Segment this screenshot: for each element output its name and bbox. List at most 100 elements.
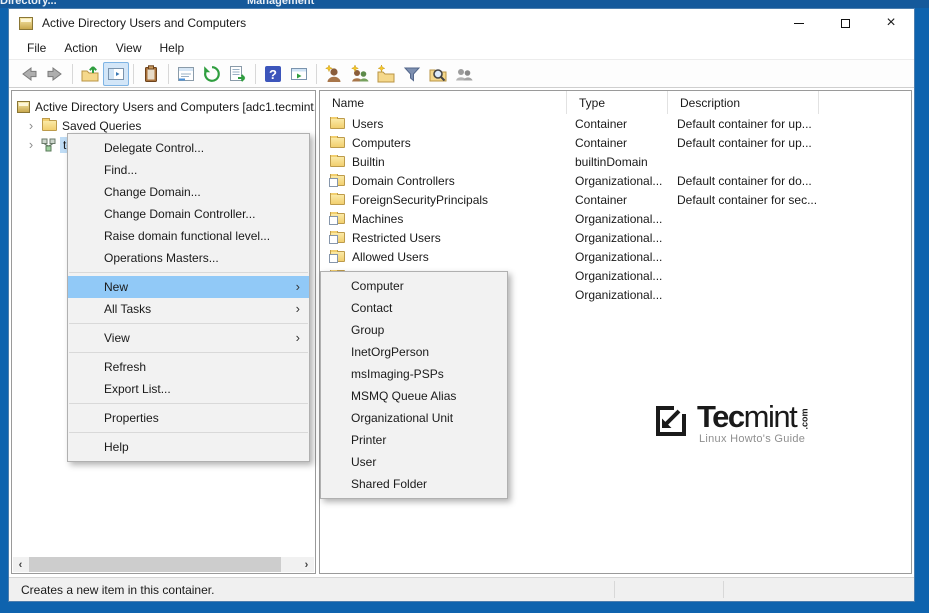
list-row-restricted-users[interactable]: Restricted Users Organizational...: [320, 228, 911, 247]
refresh-icon: [204, 65, 220, 82]
titlebar: Active Directory Users and Computers ×: [9, 9, 914, 37]
filter-button[interactable]: [399, 62, 425, 86]
submenu-item-msmq-queue-alias[interactable]: MSMQ Queue Alias: [321, 385, 507, 407]
context-menu-item-operations-masters[interactable]: Operations Masters...: [68, 247, 309, 269]
scroll-right-arrow[interactable]: ›: [299, 557, 314, 572]
filter-icon: [403, 67, 421, 82]
list-row-builtin[interactable]: Builtin builtinDomain: [320, 152, 911, 171]
submenu-arrow-icon: ›: [295, 330, 300, 345]
column-header-type[interactable]: Type: [567, 91, 668, 114]
context-menu-item-delegate-control[interactable]: Delegate Control...: [68, 137, 309, 159]
list-row-foreignsecurityprincipals[interactable]: ForeignSecurityPrincipals Container Defa…: [320, 190, 911, 209]
menu-help[interactable]: Help: [151, 38, 194, 58]
tree-item-label: Saved Queries: [62, 118, 142, 133]
row-type: Organizational...: [575, 211, 663, 226]
horizontal-scrollbar[interactable]: ‹ ›: [13, 557, 314, 572]
row-type: Container: [575, 116, 628, 131]
row-type: Organizational...: [575, 173, 663, 188]
menu-view[interactable]: View: [107, 38, 151, 58]
tree-item-root[interactable]: Active Directory Users and Computers [ad…: [12, 97, 315, 116]
submenu-item-shared-folder[interactable]: Shared Folder: [321, 473, 507, 495]
up-one-level-button[interactable]: [77, 62, 103, 86]
forward-button[interactable]: [42, 62, 68, 86]
show-console-tree-button[interactable]: [103, 61, 129, 86]
row-type: Container: [575, 192, 628, 207]
menu-file[interactable]: File: [18, 38, 55, 58]
new-window-from-here-button[interactable]: [286, 62, 312, 86]
toolbar-separator: [316, 63, 317, 84]
window-title: Active Directory Users and Computers: [42, 16, 247, 30]
menu-separator: [69, 432, 308, 433]
wordmark-bold: Tec: [697, 399, 745, 434]
close-button[interactable]: ×: [868, 9, 914, 37]
context-menu-item-change-domain-controller[interactable]: Change Domain Controller...: [68, 203, 309, 225]
new-organizational-unit-button[interactable]: [373, 62, 399, 86]
submenu-item-msimaging-psps[interactable]: msImaging-PSPs: [321, 363, 507, 385]
up-one-level-icon: [81, 65, 99, 81]
back-button[interactable]: [16, 62, 42, 86]
submenu-arrow-icon: ›: [295, 279, 300, 294]
context-menu-item-help[interactable]: Help: [68, 436, 309, 458]
submenu-item-inetorgperson[interactable]: InetOrgPerson: [321, 341, 507, 363]
scrollbar-thumb[interactable]: [29, 557, 281, 572]
context-menu-item-change-domain[interactable]: Change Domain...: [68, 181, 309, 203]
list-row-domain-controllers[interactable]: Domain Controllers Organizational... Def…: [320, 171, 911, 190]
domain-icon: [41, 138, 56, 151]
container-icon: [330, 116, 345, 129]
list-properties-button[interactable]: [173, 62, 199, 86]
context-menu-item-refresh[interactable]: Refresh: [68, 356, 309, 378]
row-type: builtinDomain: [575, 154, 648, 169]
list-row-machines[interactable]: Machines Organizational...: [320, 209, 911, 228]
column-header-description[interactable]: Description: [668, 91, 819, 114]
column-header-filler: [819, 91, 911, 114]
export-list-button[interactable]: [225, 62, 251, 86]
chevron-right-icon[interactable]: ›: [25, 119, 37, 132]
maximize-icon: [840, 18, 850, 28]
menu-separator: [69, 352, 308, 353]
row-description: Default container for up...: [677, 135, 812, 150]
context-menu-item-export-list[interactable]: Export List...: [68, 378, 309, 400]
add-to-group-icon: [456, 68, 473, 80]
row-name: ForeignSecurityPrincipals: [352, 192, 489, 207]
new-window-icon: [291, 67, 307, 80]
mmc-console-icon: [19, 16, 33, 30]
context-menu-item-all-tasks[interactable]: All Tasks ›: [68, 298, 309, 320]
new-group-button[interactable]: [347, 62, 373, 86]
column-header-name[interactable]: Name: [320, 91, 567, 114]
submenu-item-organizational-unit[interactable]: Organizational Unit: [321, 407, 507, 429]
submenu-item-contact[interactable]: Contact: [321, 297, 507, 319]
organizational-unit-icon: [329, 230, 345, 244]
submenu-arrow-icon: ›: [295, 301, 300, 316]
row-name: Allowed Users: [352, 249, 429, 264]
window-controls: ×: [776, 9, 914, 37]
tecmint-wordmark: Tecmint: [697, 399, 798, 434]
submenu-item-computer[interactable]: Computer: [321, 275, 507, 297]
context-menu-item-find[interactable]: Find...: [68, 159, 309, 181]
find-button[interactable]: [425, 62, 451, 86]
submenu-item-group[interactable]: Group: [321, 319, 507, 341]
context-menu-item-raise-domain-functional-level[interactable]: Raise domain functional level...: [68, 225, 309, 247]
toolbar-separator: [255, 63, 256, 84]
context-menu-item-view[interactable]: View ›: [68, 327, 309, 349]
help-button[interactable]: ?: [260, 62, 286, 86]
properties-clipboard-button[interactable]: [138, 62, 164, 86]
list-row-users[interactable]: Users Container Default container for up…: [320, 114, 911, 133]
new-user-button[interactable]: [321, 62, 347, 86]
add-to-group-button[interactable]: [451, 62, 477, 86]
tecmint-tld: .com: [799, 408, 810, 430]
organizational-unit-icon: [329, 249, 345, 263]
context-menu-item-new[interactable]: New ›: [68, 276, 309, 298]
menu-action[interactable]: Action: [55, 38, 106, 58]
list-row-computers[interactable]: Computers Container Default container fo…: [320, 133, 911, 152]
maximize-button[interactable]: [822, 9, 868, 37]
minimize-button[interactable]: [776, 9, 822, 37]
chevron-right-icon[interactable]: ›: [25, 138, 37, 151]
refresh-button[interactable]: [199, 62, 225, 86]
submenu-item-user[interactable]: User: [321, 451, 507, 473]
context-menu-item-properties[interactable]: Properties: [68, 407, 309, 429]
scroll-left-arrow[interactable]: ‹: [13, 557, 28, 572]
submenu-item-printer[interactable]: Printer: [321, 429, 507, 451]
forward-icon: [47, 66, 62, 81]
list-row-allowed-users[interactable]: Allowed Users Organizational...: [320, 247, 911, 266]
row-description: Default container for sec...: [677, 192, 818, 207]
